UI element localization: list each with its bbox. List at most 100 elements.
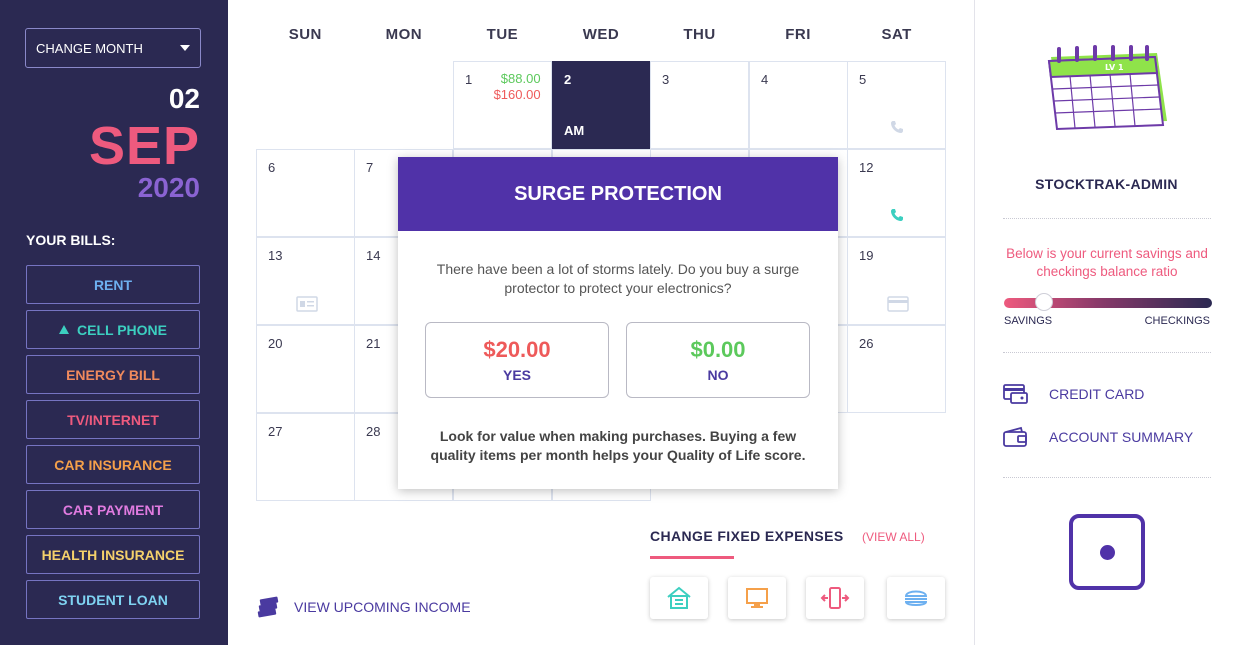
calendar-day[interactable]: 19 [847, 237, 946, 325]
bill-cell-phone-button[interactable]: CELL PHONE [26, 310, 200, 349]
fixed-rent-button[interactable] [650, 577, 708, 619]
divider [1003, 477, 1211, 478]
day-number: 1 [465, 72, 473, 87]
account-summary-label: ACCOUNT SUMMARY [1049, 429, 1194, 445]
bill-label: RENT [93, 276, 133, 293]
credit-card-icon [1003, 384, 1028, 404]
bills-title: YOUR BILLS: [26, 232, 116, 248]
calendar-day[interactable]: 3 [650, 61, 749, 149]
weekday-wed: WED [582, 26, 620, 43]
day-period-label: AM [564, 123, 585, 138]
sidebar: CHANGE MONTH 02 SEP 2020 YOUR BILLS: REN… [0, 0, 228, 645]
weekday-mon: MON [385, 26, 423, 43]
day-number: 5 [859, 72, 867, 87]
calendar-day-today[interactable]: 2 AM [552, 61, 651, 149]
weekday-thu: THU [683, 26, 716, 43]
credit-card-label: CREDIT CARD [1049, 386, 1145, 402]
checkings-label: CHECKINGS [1144, 315, 1210, 327]
option-amount: $20.00 [483, 337, 551, 362]
view-upcoming-income-link[interactable]: VIEW UPCOMING INCOME [256, 596, 471, 618]
calendar-day[interactable]: 5 [847, 61, 946, 149]
fixed-cell-phone-button[interactable] [806, 577, 864, 619]
caret-down-icon [180, 45, 190, 51]
bill-car-insurance-button[interactable]: CAR INSURANCE [26, 445, 200, 484]
weekday-sun: SUN [288, 26, 322, 43]
current-year: 2020 [137, 172, 200, 203]
change-month-dropdown[interactable]: CHANGE MONTH [25, 28, 201, 68]
current-month: SEP [88, 116, 200, 176]
monitor-icon [746, 588, 768, 608]
day-number: 12 [859, 160, 874, 175]
day-number: 26 [859, 336, 874, 351]
calendar-day[interactable]: 13 [256, 237, 355, 325]
phone-plan-icon [820, 587, 850, 609]
option-label: NO [707, 367, 729, 383]
day-number: 19 [859, 248, 874, 263]
day-number: 21 [366, 336, 381, 351]
credit-card-icon [887, 296, 909, 312]
fixed-expenses-title: CHANGE FIXED EXPENSES [650, 528, 844, 544]
option-label: YES [502, 367, 531, 383]
calendar-day[interactable]: 1 $88.00 $160.00 [453, 61, 552, 149]
change-month-label: CHANGE MONTH [36, 40, 143, 56]
bill-label: STUDENT LOAN [58, 591, 168, 608]
account-summary-link[interactable]: ACCOUNT SUMMARY [1003, 426, 1193, 448]
current-day: 02 [168, 83, 200, 114]
bill-car-payment-button[interactable]: CAR PAYMENT [26, 490, 200, 529]
modal-title: SURGE PROTECTION [398, 157, 838, 231]
wallet-icon [1003, 426, 1027, 447]
option-yes-button[interactable]: $20.00 YES [425, 322, 609, 398]
bill-list: RENT CELL PHONE ENERGY BILL TV/INTERNET … [26, 265, 200, 625]
calendar-day[interactable]: 26 [847, 325, 946, 413]
calendar-weekdays: SUN MON TUE WED THU FRI SAT [256, 26, 946, 43]
calendar-day[interactable]: 27 [256, 413, 355, 501]
food-icon [904, 590, 928, 606]
credit-card-link[interactable]: CREDIT CARD [1003, 383, 1144, 405]
bill-student-loan-button[interactable]: STUDENT LOAN [26, 580, 200, 619]
bill-rent-button[interactable]: RENT [26, 265, 200, 304]
level-calendar-icon: LV 1 [1047, 45, 1167, 131]
dice-pip [1100, 545, 1115, 560]
right-panel: LV 1 STOCKTRAK-ADMIN Below is your curre… [974, 0, 1237, 645]
fixed-tv-internet-button[interactable] [728, 577, 786, 619]
day-expense: $160.00 [493, 87, 541, 102]
option-no-button[interactable]: $0.00 NO [626, 322, 810, 398]
day-number: 7 [366, 160, 374, 175]
divider [1003, 352, 1211, 353]
username: STOCKTRAK-ADMIN [1035, 176, 1178, 192]
bill-label: ENERGY BILL [66, 366, 160, 383]
calendar-day[interactable]: 20 [256, 325, 355, 413]
calendar-day[interactable]: 6 [256, 149, 355, 237]
day-number: 20 [268, 336, 283, 351]
dice-button[interactable] [1069, 514, 1145, 590]
fixed-food-button[interactable] [887, 577, 945, 619]
phone-icon [891, 209, 903, 221]
weekday-tue: TUE [486, 26, 519, 43]
bill-label: HEALTH INSURANCE [41, 546, 185, 563]
money-stack-icon [257, 596, 279, 618]
view-all-link[interactable]: (VIEW ALL) [862, 530, 925, 544]
day-number: 6 [268, 160, 276, 175]
calendar-day[interactable]: 12 [847, 149, 946, 237]
day-income: $88.00 [500, 71, 541, 86]
id-card-icon [296, 296, 318, 312]
house-icon [667, 586, 691, 609]
phone-icon [891, 121, 903, 133]
ratio-slider-handle[interactable] [1034, 293, 1053, 311]
income-link-label: VIEW UPCOMING INCOME [294, 599, 471, 615]
modal-question: There have been a lot of storms lately. … [436, 261, 800, 296]
bill-tv-internet-button[interactable]: TV/INTERNET [26, 400, 200, 439]
calendar-day[interactable]: 4 [749, 61, 848, 149]
bill-label: CELL PHONE [77, 321, 167, 338]
day-number: 28 [366, 424, 381, 439]
bill-label: CAR PAYMENT [62, 501, 164, 518]
divider [1003, 218, 1211, 219]
bill-energy-button[interactable]: ENERGY BILL [26, 355, 200, 394]
modal-tip: Look for value when making purchases. Bu… [430, 428, 806, 463]
weekday-sat: SAT [881, 26, 912, 43]
bill-health-insurance-button[interactable]: HEALTH INSURANCE [26, 535, 200, 574]
level-badge: LV 1 [1105, 63, 1124, 72]
title-underline [650, 556, 734, 559]
day-number: 4 [761, 72, 769, 87]
day-number: 13 [268, 248, 283, 263]
